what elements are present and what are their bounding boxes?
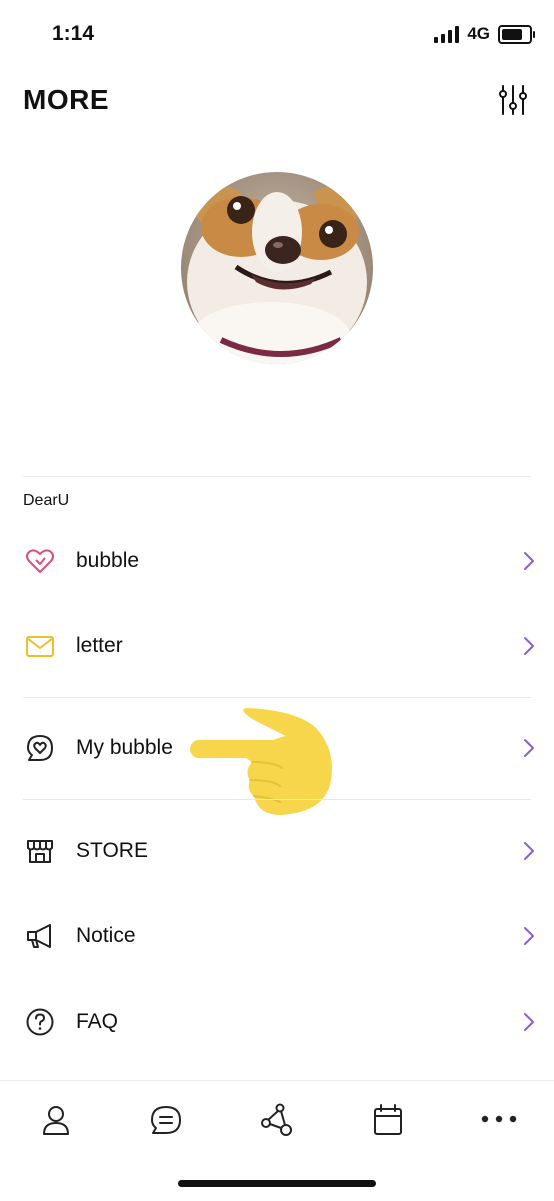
signal-icon <box>434 25 460 43</box>
person-icon <box>43 1106 69 1135</box>
calendar-icon <box>374 1104 402 1135</box>
menu-item-faq[interactable]: FAQ <box>0 990 554 1054</box>
tab-more[interactable] <box>477 1099 521 1143</box>
page-title: MORE <box>23 84 109 115</box>
heart-icon <box>24 545 56 577</box>
section-label: DearU <box>23 492 70 509</box>
network-icon <box>261 1103 292 1136</box>
pointing-hand-emoji <box>186 700 346 820</box>
chevron-right-icon <box>522 1010 536 1034</box>
chat-heart-icon <box>24 732 56 764</box>
tab-chat[interactable] <box>144 1099 188 1143</box>
menu-item-label: FAQ <box>76 1010 119 1033</box>
status-bar: 1:14 4G <box>0 0 554 70</box>
header: MORE <box>23 78 531 122</box>
envelope-icon <box>24 630 56 662</box>
menu-item-label: Notice <box>76 924 136 947</box>
sliders-icon <box>499 85 527 115</box>
status-indicators: 4G <box>434 24 535 44</box>
more-icon <box>481 1115 517 1123</box>
profile-avatar[interactable] <box>181 172 373 364</box>
chevron-right-icon <box>522 736 536 760</box>
tab-calendar[interactable] <box>366 1099 410 1143</box>
menu-item-letter[interactable]: letter <box>0 614 554 678</box>
menu-item-label: STORE <box>76 839 148 862</box>
menu-item-notice[interactable]: Notice <box>0 904 554 968</box>
profile-photo-dog <box>181 172 373 364</box>
divider <box>23 697 531 698</box>
question-icon <box>24 1006 56 1038</box>
status-time: 1:14 <box>52 22 95 45</box>
chevron-right-icon <box>522 634 536 658</box>
megaphone-icon <box>24 920 56 952</box>
chevron-right-icon <box>522 549 536 573</box>
chevron-right-icon <box>522 839 536 863</box>
tab-profile[interactable] <box>34 1099 78 1143</box>
menu-item-label: bubble <box>76 549 140 572</box>
menu-item-label: letter <box>76 634 123 657</box>
chevron-right-icon <box>522 924 536 948</box>
menu-item-bubble[interactable]: bubble <box>0 529 554 593</box>
menu-item-label: My bubble <box>76 736 173 759</box>
tab-connections[interactable] <box>255 1099 299 1143</box>
settings-button[interactable] <box>495 82 531 118</box>
chat-icon <box>151 1106 181 1134</box>
home-indicator[interactable] <box>178 1180 376 1187</box>
divider <box>23 799 531 800</box>
network-label: 4G <box>467 24 490 43</box>
divider <box>23 476 531 477</box>
battery-icon <box>498 24 535 44</box>
store-icon <box>24 835 56 867</box>
menu-item-store[interactable]: STORE <box>0 819 554 883</box>
